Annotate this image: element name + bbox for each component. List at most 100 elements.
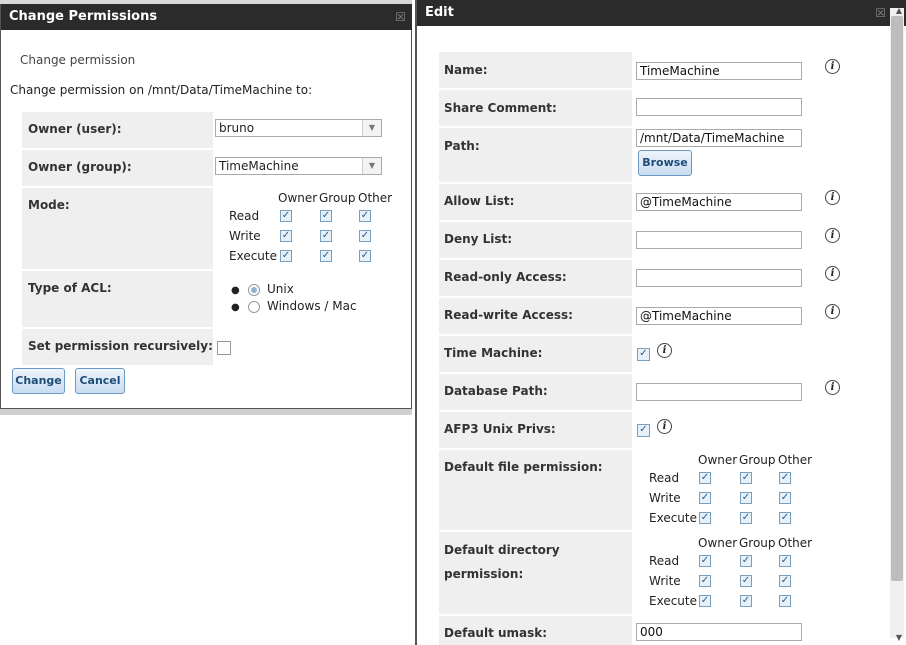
recursive-checkbox[interactable] (217, 341, 231, 355)
default-umask-label: Default umask: (444, 626, 548, 640)
dir-other-execute-checkbox[interactable]: ✓ (779, 595, 791, 607)
file-owner-read-checkbox[interactable]: ✓ (699, 472, 711, 484)
path-label: Path: (444, 139, 480, 153)
info-icon[interactable]: i (825, 304, 840, 319)
background-strip-lower (0, 409, 412, 415)
acl-windows-radio[interactable] (248, 301, 260, 313)
acl-label: Type of ACL: (28, 281, 112, 295)
allow-list-input[interactable]: @TimeMachine (636, 193, 802, 211)
file-group-write-checkbox[interactable]: ✓ (740, 492, 752, 504)
group-read-checkbox[interactable]: ✓ (320, 210, 332, 222)
info-icon[interactable]: i (825, 59, 840, 74)
path-input[interactable]: /mnt/Data/TimeMachine (636, 129, 802, 147)
scroll-up-icon[interactable]: ▲ (896, 6, 902, 15)
deny-list-label: Deny List: (444, 232, 513, 246)
time-machine-label: Time Machine: (444, 346, 543, 360)
row-execute: Execute (649, 511, 697, 525)
read-write-access-input[interactable]: @TimeMachine (636, 307, 802, 325)
mode-label: Mode: (28, 198, 70, 212)
col-owner: Owner (278, 191, 318, 205)
scroll-down-icon[interactable]: ▼ (896, 633, 902, 642)
col-other: Other (778, 536, 813, 550)
cancel-button[interactable]: Cancel (75, 368, 125, 394)
col-owner: Owner (698, 453, 738, 467)
col-group: Group (739, 536, 776, 550)
dir-owner-execute-checkbox[interactable]: ✓ (699, 595, 711, 607)
read-write-access-label: Read-write Access: (444, 308, 573, 322)
col-owner: Owner (698, 536, 738, 550)
close-icon[interactable]: ☒ (875, 0, 886, 26)
info-icon[interactable]: i (657, 343, 672, 358)
col-other: Other (778, 453, 813, 467)
col-group: Group (739, 453, 776, 467)
group-write-checkbox[interactable]: ✓ (320, 230, 332, 242)
share-comment-input[interactable] (636, 98, 802, 116)
acl-windows-label: Windows / Mac (267, 299, 357, 313)
owner-group-label: Owner (group): (28, 160, 132, 174)
dir-owner-write-checkbox[interactable]: ✓ (699, 575, 711, 587)
database-path-input[interactable] (636, 383, 802, 401)
info-icon[interactable]: i (657, 419, 672, 434)
file-other-execute-checkbox[interactable]: ✓ (779, 512, 791, 524)
owner-write-checkbox[interactable]: ✓ (280, 230, 292, 242)
description: Change permission on /mnt/Data/TimeMachi… (10, 83, 313, 97)
other-read-checkbox[interactable]: ✓ (359, 210, 371, 222)
other-write-checkbox[interactable]: ✓ (359, 230, 371, 242)
dir-group-write-checkbox[interactable]: ✓ (740, 575, 752, 587)
change-button[interactable]: Change (12, 368, 65, 394)
dir-other-read-checkbox[interactable]: ✓ (779, 555, 791, 567)
chevron-down-icon: ▼ (362, 120, 381, 136)
dir-other-write-checkbox[interactable]: ✓ (779, 575, 791, 587)
deny-list-input[interactable] (636, 231, 802, 249)
row-execute: Execute (229, 249, 277, 263)
default-directory-permission-label: Default directory (444, 543, 560, 557)
col-group: Group (319, 191, 356, 205)
info-icon[interactable]: i (825, 228, 840, 243)
row-execute: Execute (649, 594, 697, 608)
allow-list-label: Allow List: (444, 194, 515, 208)
change-permissions-dialog: Change Permissions ☒ Change permission C… (0, 4, 412, 409)
owner-group-select[interactable]: TimeMachine ▼ (215, 157, 382, 175)
bullet: ● (231, 285, 240, 296)
file-group-execute-checkbox[interactable]: ✓ (740, 512, 752, 524)
default-directory-permission-label-2: permission: (444, 567, 524, 581)
info-icon[interactable]: i (825, 190, 840, 205)
row-read: Read (649, 554, 680, 568)
label-cell (22, 271, 213, 327)
owner-user-select[interactable]: bruno ▼ (215, 119, 382, 137)
owner-user-value: bruno (219, 121, 255, 135)
read-only-access-label: Read-only Access: (444, 270, 567, 284)
default-umask-input[interactable]: 000 (636, 623, 802, 641)
owner-read-checkbox[interactable]: ✓ (280, 210, 292, 222)
time-machine-checkbox[interactable]: ✓ (637, 348, 650, 361)
name-label: Name: (444, 63, 488, 77)
close-icon[interactable]: ☒ (395, 4, 406, 30)
file-owner-write-checkbox[interactable]: ✓ (699, 492, 711, 504)
browse-button[interactable]: Browse (638, 150, 692, 176)
scrollbar-thumb[interactable] (891, 16, 903, 581)
file-other-write-checkbox[interactable]: ✓ (779, 492, 791, 504)
file-other-read-checkbox[interactable]: ✓ (779, 472, 791, 484)
owner-execute-checkbox[interactable]: ✓ (280, 250, 292, 262)
recursive-label: Set permission recursively: (28, 339, 213, 353)
info-icon[interactable]: i (825, 266, 840, 281)
owner-group-value: TimeMachine (219, 159, 299, 173)
name-input[interactable]: TimeMachine (636, 62, 802, 80)
group-execute-checkbox[interactable]: ✓ (320, 250, 332, 262)
dir-owner-read-checkbox[interactable]: ✓ (699, 555, 711, 567)
dir-group-execute-checkbox[interactable]: ✓ (740, 595, 752, 607)
dir-group-read-checkbox[interactable]: ✓ (740, 555, 752, 567)
acl-unix-radio[interactable] (248, 284, 260, 296)
col-other: Other (358, 191, 393, 205)
default-file-permission-label: Default file permission: (444, 460, 603, 474)
subtitle: Change permission (20, 53, 136, 67)
file-owner-execute-checkbox[interactable]: ✓ (699, 512, 711, 524)
info-icon[interactable]: i (825, 380, 840, 395)
dialog-titlebar[interactable]: Change Permissions ☒ (1, 4, 412, 30)
dialog-titlebar[interactable]: Edit ☒ (417, 0, 906, 26)
afp3-unix-privs-checkbox[interactable]: ✓ (637, 424, 650, 437)
label-cell (439, 128, 632, 182)
file-group-read-checkbox[interactable]: ✓ (740, 472, 752, 484)
other-execute-checkbox[interactable]: ✓ (359, 250, 371, 262)
read-only-access-input[interactable] (636, 269, 802, 287)
